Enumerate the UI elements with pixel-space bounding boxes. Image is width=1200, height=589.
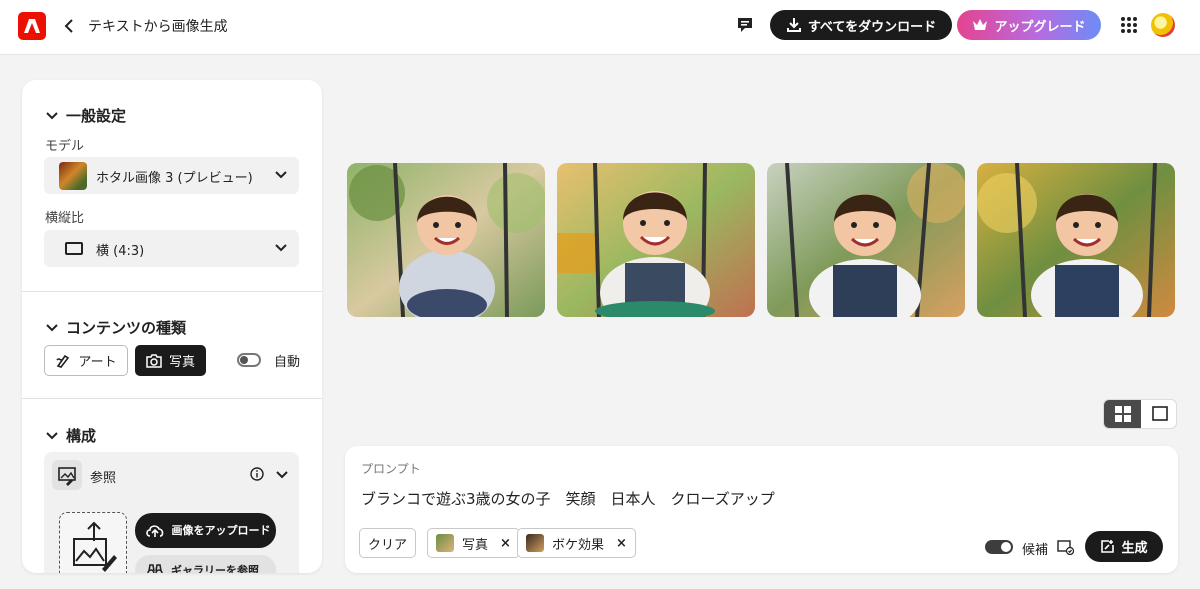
- single-view-button[interactable]: [1141, 400, 1176, 428]
- back-chevron-icon[interactable]: [62, 17, 76, 35]
- prompt-box: プロンプト ブランコで遊ぶ3歳の女の子 笑顔 日本人 クローズアップ クリア 写…: [345, 446, 1178, 573]
- candidate-toggle[interactable]: [985, 540, 1013, 554]
- aspect-ratio-select[interactable]: 横 (4:3): [44, 230, 299, 267]
- generated-photo: [767, 163, 965, 317]
- model-value: ホタル画像 3 (プレビュー): [96, 171, 253, 186]
- photo-label: 写真: [168, 355, 195, 370]
- chevron-down-icon[interactable]: [276, 471, 288, 479]
- model-select[interactable]: ホタル画像 3 (プレビュー): [44, 157, 299, 194]
- grid-view-button[interactable]: [1104, 400, 1141, 428]
- upload-image-label: 画像をアップロード: [171, 524, 271, 537]
- reference-section: 参照 画像をアップロード ギャラリーを参照: [44, 452, 299, 573]
- chip-thumbnail: [436, 534, 454, 552]
- content-type-header[interactable]: コンテンツの種類: [46, 317, 186, 338]
- generated-image-3[interactable]: [767, 163, 965, 317]
- chevron-down-icon: [46, 323, 58, 331]
- generated-photo: [977, 163, 1175, 317]
- general-settings-header[interactable]: 一般設定: [46, 105, 126, 126]
- model-thumbnail: [59, 162, 87, 190]
- chevron-down-icon: [275, 244, 287, 252]
- reference-icon-container: [52, 460, 82, 490]
- upgrade-label: アップグレード: [994, 19, 1086, 35]
- crown-icon: [973, 19, 988, 30]
- chip-label: ボケ効果: [552, 537, 605, 553]
- user-avatar[interactable]: [1151, 13, 1175, 37]
- general-settings-title: 一般設定: [66, 107, 127, 125]
- reference-label: 参照: [90, 471, 117, 486]
- clear-button[interactable]: クリア: [359, 528, 417, 558]
- browse-gallery-button[interactable]: ギャラリーを参照: [135, 555, 276, 573]
- generate-label: 生成: [1121, 541, 1148, 556]
- download-icon: [786, 18, 801, 32]
- auto-label: 自動: [274, 355, 301, 370]
- art-brush-icon: [56, 354, 70, 368]
- candidate-label: 候補: [1022, 543, 1049, 558]
- generated-photo: [557, 163, 755, 317]
- camera-icon: [146, 353, 162, 368]
- section-divider: [22, 398, 322, 399]
- apps-grid-icon[interactable]: [1120, 16, 1138, 34]
- composition-header[interactable]: 構成: [46, 425, 96, 446]
- cloud-upload-icon: [146, 524, 164, 537]
- model-label: モデル: [45, 139, 85, 154]
- chevron-down-icon: [275, 171, 287, 179]
- upload-image-button[interactable]: 画像をアップロード: [135, 513, 276, 548]
- upload-image-icon: [73, 521, 117, 572]
- comment-icon[interactable]: [736, 16, 754, 34]
- info-icon[interactable]: [250, 467, 264, 481]
- settings-panel: 一般設定 モデル ホタル画像 3 (プレビュー) 横縦比 横 (4:3) コンテ…: [22, 80, 322, 573]
- single-view-icon: [1152, 406, 1168, 421]
- grid-view-icon: [1115, 406, 1131, 422]
- page-title: テキストから画像生成: [88, 19, 228, 35]
- close-icon[interactable]: ×: [616, 536, 627, 551]
- binoculars-icon: [147, 564, 163, 573]
- generated-photo: [347, 163, 545, 317]
- chevron-down-icon: [46, 111, 58, 119]
- reference-image-icon: [58, 467, 76, 486]
- generated-image-4[interactable]: [977, 163, 1175, 317]
- chevron-down-icon: [46, 431, 58, 439]
- composition-title: 構成: [66, 427, 97, 445]
- prompt-label: プロンプト: [361, 462, 421, 476]
- upgrade-button[interactable]: アップグレード: [957, 10, 1101, 40]
- clear-label: クリア: [368, 537, 408, 553]
- generate-button[interactable]: 生成: [1085, 531, 1163, 562]
- landscape-rect-icon: [65, 242, 83, 255]
- browse-gallery-label: ギャラリーを参照: [171, 564, 259, 573]
- image-upload-dropzone[interactable]: [59, 512, 127, 573]
- view-toggle: [1103, 399, 1177, 429]
- section-divider: [22, 291, 322, 292]
- top-bar: テキストから画像生成 すべてをダウンロード アップグレード: [0, 0, 1200, 55]
- style-chip-bokeh[interactable]: ボケ効果 ×: [517, 528, 636, 558]
- generated-image-2[interactable]: [557, 163, 755, 317]
- chip-label: 写真: [462, 537, 489, 553]
- close-icon[interactable]: ×: [500, 536, 511, 551]
- style-chip-photo[interactable]: 写真 ×: [427, 528, 520, 558]
- download-all-button[interactable]: すべてをダウンロード: [770, 10, 952, 40]
- aspect-ratio-value: 横 (4:3): [96, 244, 145, 259]
- download-all-label: すべてをダウンロード: [807, 19, 937, 35]
- prompt-input[interactable]: ブランコで遊ぶ3歳の女の子 笑顔 日本人 クローズアップ: [361, 488, 775, 509]
- generate-icon: [1101, 540, 1115, 553]
- generated-image-1[interactable]: [347, 163, 545, 317]
- content-type-art-button[interactable]: アート: [44, 345, 128, 376]
- content-type-title: コンテンツの種類: [66, 319, 187, 337]
- auto-toggle[interactable]: [237, 353, 261, 367]
- adobe-logo-icon[interactable]: [18, 12, 46, 40]
- art-label: アート: [78, 355, 117, 370]
- content-type-photo-button[interactable]: 写真: [135, 345, 206, 376]
- chip-thumbnail: [526, 534, 544, 552]
- candidate-settings-icon[interactable]: [1057, 539, 1074, 555]
- aspect-ratio-label: 横縦比: [45, 211, 85, 226]
